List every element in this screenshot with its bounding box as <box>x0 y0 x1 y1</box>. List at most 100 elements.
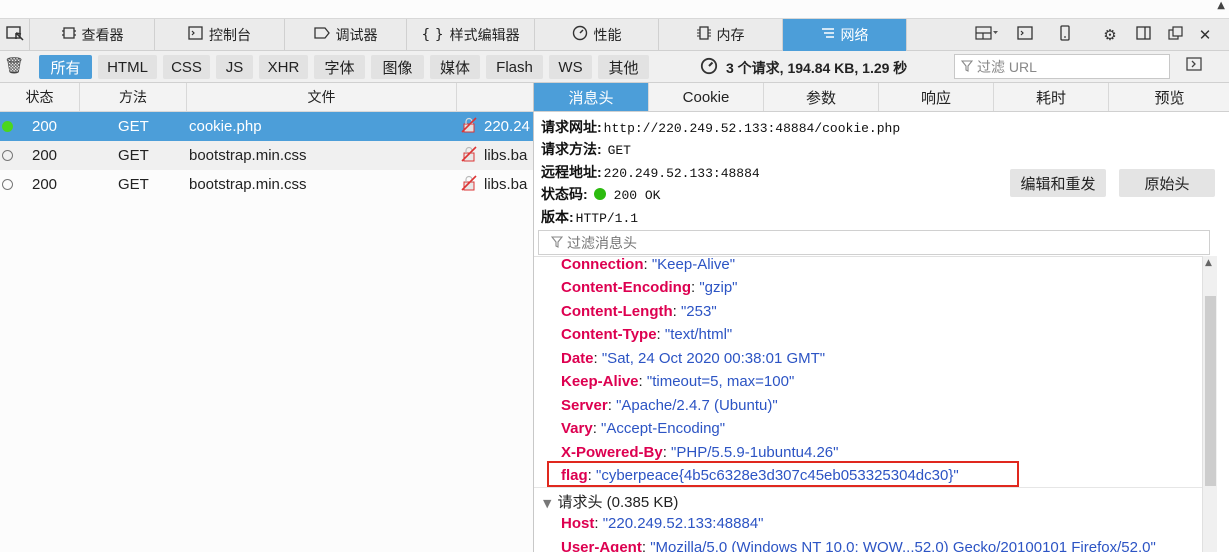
toggle-details-panel-icon[interactable] <box>1186 57 1202 75</box>
debugger-icon <box>313 27 330 43</box>
request-row[interactable]: 200 GET cookie.php 220.24 <box>0 112 533 141</box>
header-value: "Apache/2.4.7 (Ubuntu)" <box>616 397 778 414</box>
scroll-up-arrow-icon[interactable]: ▲ <box>1205 258 1212 268</box>
response-header[interactable]: Vary: "Accept-Encoding" <box>561 420 725 442</box>
responsive-mode-button[interactable] <box>1050 19 1080 51</box>
header-value: "PHP/5.5.9-1ubuntu4.26" <box>671 444 839 461</box>
tab-preview[interactable]: 预览 <box>1109 83 1229 111</box>
header-separator: : <box>643 256 652 273</box>
header-name: Date <box>561 350 594 367</box>
request-status: 200 <box>32 118 58 135</box>
tab-params[interactable]: 参数 <box>764 83 879 111</box>
request-header[interactable]: User-Agent: "Mozilla/5.0 (Windows NT 10.… <box>561 539 1156 552</box>
status-code-label: 状态码: <box>541 186 588 202</box>
filter-xhr-button[interactable]: XHR <box>259 55 308 79</box>
remote-address-value: 220.249.52.133:48884 <box>603 166 760 181</box>
request-url-line: 请求网址: http://220.249.52.133:48884/cookie.… <box>541 117 900 137</box>
tab-performance[interactable]: 性能 <box>535 19 659 51</box>
filter-js-button[interactable]: JS <box>216 55 253 79</box>
layout-dropdown-button[interactable] <box>970 19 1004 51</box>
clear-requests-icon[interactable]: 🗑 <box>4 56 24 75</box>
dock-side-icon <box>1135 26 1151 44</box>
tab-memory[interactable]: 内存 <box>659 19 783 51</box>
filter-css-button[interactable]: CSS <box>163 55 210 79</box>
console-icon <box>188 26 203 44</box>
request-row[interactable]: 200 GET bootstrap.min.css libs.ba <box>0 170 533 199</box>
close-devtools-button[interactable]: ✕ <box>1190 19 1220 51</box>
column-status[interactable]: 状态 <box>0 83 80 111</box>
close-icon: ✕ <box>1198 26 1212 44</box>
request-url-value: http://220.249.52.133:48884/cookie.php <box>603 121 901 136</box>
request-domain: 220.24 <box>484 118 530 135</box>
filter-media-button[interactable]: 媒体 <box>430 55 480 79</box>
header-value: "Mozilla/5.0 (Windows NT 10.0; WOW...52.… <box>650 539 1156 552</box>
tab-label: 网络 <box>840 27 869 43</box>
status-dot-icon <box>2 121 13 132</box>
headers-scrollbar[interactable]: ▲ <box>1202 256 1217 552</box>
section-divider <box>534 487 1202 488</box>
filter-flash-button[interactable]: Flash <box>486 55 543 79</box>
tab-debugger[interactable]: 调试器 <box>285 19 407 51</box>
scrollbar-thumb[interactable] <box>1205 296 1216 486</box>
response-header[interactable]: Date: "Sat, 24 Oct 2020 00:38:01 GMT" <box>561 350 825 372</box>
details-tabs: 消息头 Cookie 参数 响应 耗时 预览 <box>534 83 1229 112</box>
inspector-icon <box>61 26 76 44</box>
header-name: Keep-Alive <box>561 373 639 390</box>
settings-button[interactable]: ⚙ <box>1095 19 1125 51</box>
performance-analysis-icon[interactable] <box>700 57 718 79</box>
tab-console[interactable]: 控制台 <box>155 19 285 51</box>
request-file: bootstrap.min.css <box>189 176 307 193</box>
request-method: GET <box>118 176 149 193</box>
summary-text: 3 个请求, 194.84 KB, 1.29 秒 <box>726 60 908 76</box>
scroll-up-arrow-icon[interactable]: ▲ <box>1217 0 1225 11</box>
element-picker-button[interactable] <box>0 19 30 51</box>
response-header[interactable]: Connection: "Keep-Alive" <box>561 256 735 278</box>
response-header[interactable]: Content-Encoding: "gzip" <box>561 279 738 301</box>
edit-resend-button[interactable]: 编辑和重发 <box>1010 169 1106 197</box>
filter-all-button[interactable]: 所有 <box>39 55 92 79</box>
filter-fonts-button[interactable]: 字体 <box>314 55 365 79</box>
http-version-label: 版本: <box>541 209 574 225</box>
request-row[interactable]: 200 GET bootstrap.min.css libs.ba <box>0 141 533 170</box>
request-method-line: 请求方法: GET <box>541 139 631 159</box>
header-separator: : <box>638 373 647 390</box>
tab-inspector[interactable]: 查看器 <box>31 19 155 51</box>
response-header[interactable]: Server: "Apache/2.4.7 (Ubuntu)" <box>561 397 778 419</box>
column-file[interactable]: 文件 <box>187 83 457 111</box>
tab-response[interactable]: 响应 <box>879 83 994 111</box>
response-header[interactable]: Content-Type: "text/html" <box>561 326 732 348</box>
filter-other-button[interactable]: 其他 <box>598 55 649 79</box>
request-method-value: GET <box>607 143 631 158</box>
column-method[interactable]: 方法 <box>80 83 187 111</box>
column-domain[interactable]: 域 <box>457 83 549 111</box>
tab-cookies[interactable]: Cookie <box>649 83 764 111</box>
tab-style-editor[interactable]: { } 样式编辑器 <box>407 19 535 51</box>
response-header[interactable]: Content-Length: "253" <box>561 303 717 325</box>
split-console-icon <box>1017 26 1033 44</box>
filter-images-button[interactable]: 图像 <box>371 55 424 79</box>
tab-headers[interactable]: 消息头 <box>534 83 649 111</box>
filter-html-button[interactable]: HTML <box>98 55 157 79</box>
filter-funnel-icon <box>960 59 974 75</box>
phone-icon <box>1059 25 1071 45</box>
header-filter-input[interactable] <box>567 234 1167 251</box>
tab-label: 内存 <box>716 27 745 43</box>
devtools-toolbar: 查看器 控制台 调试器 { } 样式编辑器 性能 内存 网络 ⚙ ✕ <box>0 18 1229 51</box>
header-name: Vary <box>561 420 593 437</box>
tab-label: 性能 <box>593 27 622 43</box>
header-filter-box[interactable] <box>538 230 1210 255</box>
request-header[interactable]: Host: "220.249.52.133:48884" <box>561 515 763 537</box>
dock-side-button[interactable] <box>1128 19 1158 51</box>
request-url-label: 请求网址: <box>541 119 602 135</box>
request-list-header: 状态 方法 文件 域 <box>0 83 549 112</box>
split-console-button[interactable] <box>1010 19 1040 51</box>
raw-headers-button[interactable]: 原始头 <box>1119 169 1215 197</box>
tab-network[interactable]: 网络 <box>783 19 907 51</box>
url-filter-input[interactable] <box>977 58 1157 75</box>
tab-timings[interactable]: 耗时 <box>994 83 1109 111</box>
request-headers-section-toggle[interactable]: ▼ 请求头 (0.385 KB) <box>543 491 678 512</box>
undock-button[interactable] <box>1160 19 1190 51</box>
filter-ws-button[interactable]: WS <box>549 55 592 79</box>
response-header[interactable]: Keep-Alive: "timeout=5, max=100" <box>561 373 794 395</box>
url-filter-box[interactable] <box>954 54 1170 79</box>
